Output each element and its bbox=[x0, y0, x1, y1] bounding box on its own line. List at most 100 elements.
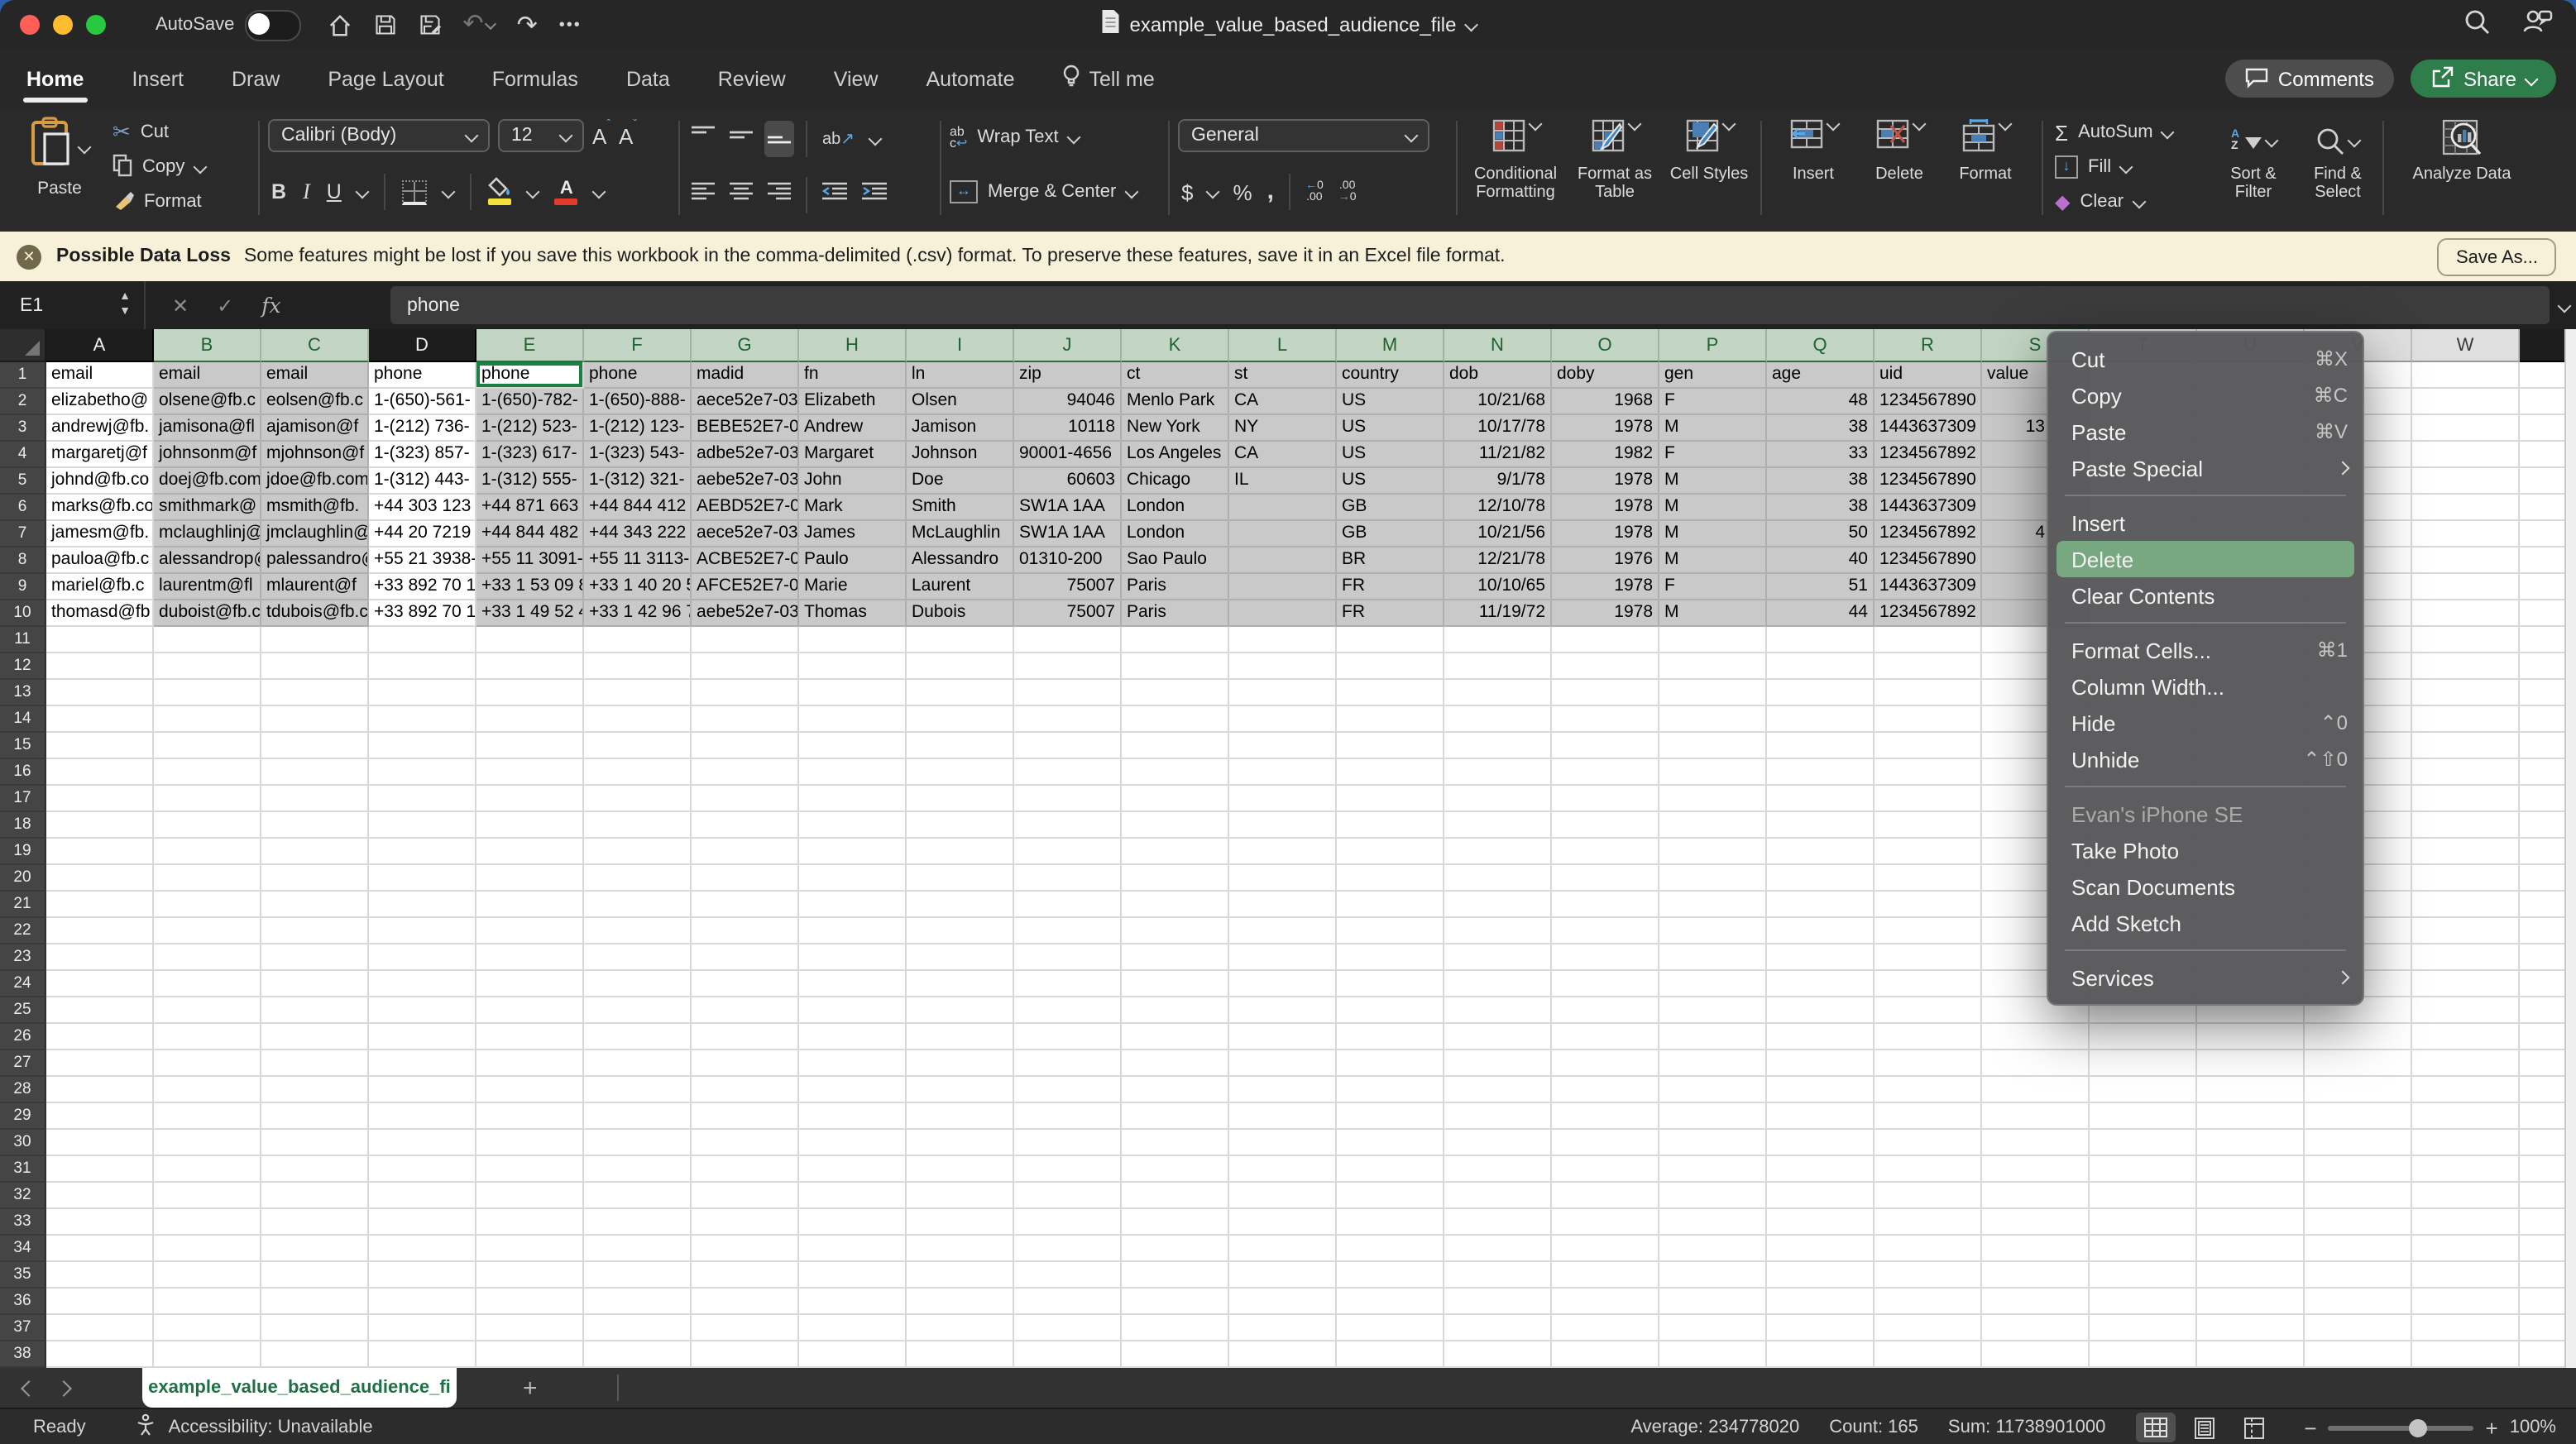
cell-O29[interactable] bbox=[1552, 1103, 1659, 1130]
cell-S37[interactable] bbox=[1982, 1315, 2090, 1341]
column-header-L[interactable]: L bbox=[1229, 329, 1337, 362]
cell-Q15[interactable] bbox=[1767, 733, 1875, 759]
cell-I35[interactable] bbox=[907, 1262, 1014, 1289]
cell-W22[interactable] bbox=[2412, 918, 2520, 944]
row-header-6[interactable]: 6 bbox=[0, 495, 46, 521]
cell-M24[interactable] bbox=[1337, 971, 1444, 997]
tab-automate[interactable]: Automate bbox=[926, 50, 1015, 108]
cell-A23[interactable] bbox=[46, 944, 154, 971]
cell-I9[interactable]: Laurent bbox=[907, 574, 1014, 600]
cell-F17[interactable] bbox=[584, 786, 692, 812]
cell-Q30[interactable] bbox=[1767, 1130, 1875, 1156]
vertical-scrollbar[interactable] bbox=[2564, 329, 2576, 1368]
cell-Q6[interactable]: 38 bbox=[1767, 495, 1875, 521]
cell-I8[interactable]: Alessandro bbox=[907, 547, 1014, 574]
cell-I19[interactable] bbox=[907, 839, 1014, 865]
cell-W28[interactable] bbox=[2412, 1077, 2520, 1103]
cell-L1[interactable]: st bbox=[1229, 362, 1337, 389]
cell-P32[interactable] bbox=[1659, 1183, 1767, 1209]
cell-W13[interactable] bbox=[2412, 680, 2520, 706]
cell-N9[interactable]: 10/10/65 bbox=[1444, 574, 1552, 600]
cell-G25[interactable] bbox=[692, 997, 799, 1024]
cell-G29[interactable] bbox=[692, 1103, 799, 1130]
cell-E13[interactable] bbox=[476, 680, 584, 706]
cell-L32[interactable] bbox=[1229, 1183, 1337, 1209]
cell-A18[interactable] bbox=[46, 812, 154, 839]
cell-N32[interactable] bbox=[1444, 1183, 1552, 1209]
cell-L25[interactable] bbox=[1229, 997, 1337, 1024]
cell-P38[interactable] bbox=[1659, 1341, 1767, 1368]
cell-Q24[interactable] bbox=[1767, 971, 1875, 997]
cell-F1[interactable]: phone bbox=[584, 362, 692, 389]
cell-J28[interactable] bbox=[1014, 1077, 1122, 1103]
cell-C17[interactable] bbox=[261, 786, 369, 812]
cell-P14[interactable] bbox=[1659, 706, 1767, 733]
prev-sheet-icon[interactable] bbox=[21, 1379, 37, 1396]
cell-Q19[interactable] bbox=[1767, 839, 1875, 865]
cell-B23[interactable] bbox=[154, 944, 261, 971]
cell-N33[interactable] bbox=[1444, 1209, 1552, 1236]
cell-D11[interactable] bbox=[369, 627, 476, 653]
cell-D34[interactable] bbox=[369, 1236, 476, 1262]
cell-K29[interactable] bbox=[1122, 1103, 1229, 1130]
cell-J20[interactable] bbox=[1014, 865, 1122, 892]
cell-F25[interactable] bbox=[584, 997, 692, 1024]
cell-R12[interactable] bbox=[1875, 653, 1982, 680]
cell-P9[interactable]: F bbox=[1659, 574, 1767, 600]
context-menu-item-take-photo[interactable]: Take Photo bbox=[2048, 832, 2363, 868]
cell-E33[interactable] bbox=[476, 1209, 584, 1236]
column-header-H[interactable]: H bbox=[799, 329, 907, 362]
cell-M7[interactable]: GB bbox=[1337, 521, 1444, 547]
cell-N30[interactable] bbox=[1444, 1130, 1552, 1156]
cell-H28[interactable] bbox=[799, 1077, 907, 1103]
row-header-12[interactable]: 12 bbox=[0, 653, 46, 680]
cell-H9[interactable]: Marie bbox=[799, 574, 907, 600]
cell-P21[interactable] bbox=[1659, 892, 1767, 918]
cell-O18[interactable] bbox=[1552, 812, 1659, 839]
cell-I6[interactable]: Smith bbox=[907, 495, 1014, 521]
name-box[interactable]: E1 ▲▼ bbox=[0, 281, 146, 329]
cell-I2[interactable]: Olsen bbox=[907, 389, 1014, 415]
cell-V32[interactable] bbox=[2305, 1183, 2412, 1209]
cell-Q31[interactable] bbox=[1767, 1156, 1875, 1183]
cell-R20[interactable] bbox=[1875, 865, 1982, 892]
row-header-15[interactable]: 15 bbox=[0, 733, 46, 759]
cell-W12[interactable] bbox=[2412, 653, 2520, 680]
cell-P28[interactable] bbox=[1659, 1077, 1767, 1103]
cell-H25[interactable] bbox=[799, 997, 907, 1024]
cell-O6[interactable]: 1978 bbox=[1552, 495, 1659, 521]
cell-M2[interactable]: US bbox=[1337, 389, 1444, 415]
cell-R30[interactable] bbox=[1875, 1130, 1982, 1156]
cell-J11[interactable] bbox=[1014, 627, 1122, 653]
column-header-K[interactable]: K bbox=[1122, 329, 1229, 362]
feedback-icon[interactable] bbox=[2523, 7, 2553, 42]
cell-D19[interactable] bbox=[369, 839, 476, 865]
cell-K25[interactable] bbox=[1122, 997, 1229, 1024]
cell-J18[interactable] bbox=[1014, 812, 1122, 839]
cell-K23[interactable] bbox=[1122, 944, 1229, 971]
share-button[interactable]: Share bbox=[2411, 60, 2556, 98]
cell-Q32[interactable] bbox=[1767, 1183, 1875, 1209]
currency-format-button[interactable]: $ bbox=[1181, 179, 1193, 204]
cell-R31[interactable] bbox=[1875, 1156, 1982, 1183]
cell-M15[interactable] bbox=[1337, 733, 1444, 759]
cell-F37[interactable] bbox=[584, 1315, 692, 1341]
cell-J13[interactable] bbox=[1014, 680, 1122, 706]
autosum-button[interactable]: ΣAutoSum bbox=[2055, 117, 2173, 147]
cell-B36[interactable] bbox=[154, 1289, 261, 1315]
cell-P11[interactable] bbox=[1659, 627, 1767, 653]
cell-F18[interactable] bbox=[584, 812, 692, 839]
cell-H6[interactable]: Mark bbox=[799, 495, 907, 521]
cell-A13[interactable] bbox=[46, 680, 154, 706]
cell-B2[interactable]: olsene@fb.c bbox=[154, 389, 261, 415]
cell-L38[interactable] bbox=[1229, 1341, 1337, 1368]
cell-C37[interactable] bbox=[261, 1315, 369, 1341]
cell-E22[interactable] bbox=[476, 918, 584, 944]
cell-B19[interactable] bbox=[154, 839, 261, 865]
cell-O33[interactable] bbox=[1552, 1209, 1659, 1236]
cell-E7[interactable]: +44 844 482 bbox=[476, 521, 584, 547]
cell-W14[interactable] bbox=[2412, 706, 2520, 733]
align-bottom-icon[interactable] bbox=[764, 121, 794, 157]
column-header-E[interactable]: E bbox=[476, 329, 584, 362]
column-header-Q[interactable]: Q bbox=[1767, 329, 1875, 362]
